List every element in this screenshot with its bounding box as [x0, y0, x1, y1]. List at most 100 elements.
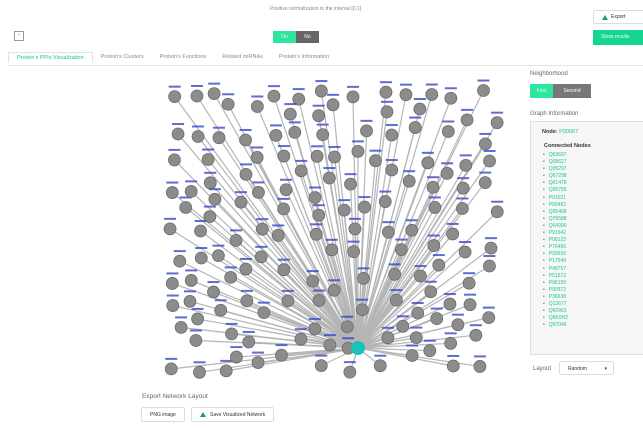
- tab-protein-information[interactable]: Protein's Information: [271, 52, 337, 63]
- protein-node[interactable]: [283, 107, 297, 121]
- protein-node[interactable]: [275, 348, 288, 362]
- protein-node[interactable]: [240, 294, 254, 308]
- connected-node-item[interactable]: P08122: [543, 237, 568, 244]
- protein-node[interactable]: [423, 344, 437, 358]
- protein-node[interactable]: [207, 87, 221, 101]
- protein-node[interactable]: [440, 166, 454, 180]
- protein-node[interactable]: [424, 285, 438, 299]
- export-button[interactable]: Export: [593, 10, 643, 24]
- protein-node[interactable]: [208, 192, 222, 206]
- protein-node[interactable]: [405, 223, 419, 237]
- protein-node[interactable]: [316, 128, 330, 142]
- show-results-button[interactable]: Show results: [593, 30, 643, 45]
- protein-node[interactable]: [411, 306, 425, 320]
- protein-node[interactable]: [242, 335, 256, 349]
- protein-node[interactable]: [279, 183, 293, 197]
- protein-node[interactable]: [451, 318, 465, 332]
- protein-node[interactable]: [254, 250, 268, 264]
- neighborhood-first-option[interactable]: First: [530, 84, 553, 98]
- protein-node[interactable]: [326, 98, 340, 112]
- protein-node[interactable]: [458, 245, 472, 259]
- protein-node[interactable]: [428, 201, 442, 214]
- protein-node[interactable]: [444, 336, 458, 350]
- protein-node[interactable]: [490, 116, 504, 130]
- protein-node[interactable]: [323, 338, 337, 352]
- protein-node[interactable]: [327, 283, 341, 297]
- protein-node[interactable]: [430, 312, 444, 325]
- protein-node[interactable]: [344, 177, 357, 191]
- protein-node[interactable]: [426, 180, 440, 194]
- protein-node[interactable]: [308, 322, 322, 336]
- protein-node[interactable]: [484, 241, 498, 255]
- ppi-network-graph[interactable]: [130, 70, 530, 390]
- protein-node[interactable]: [179, 201, 193, 214]
- connected-node-item[interactable]: Q95789: [543, 187, 568, 194]
- protein-node[interactable]: [478, 137, 492, 151]
- protein-node[interactable]: [478, 176, 492, 190]
- connected-node-item[interactable]: P90572: [543, 287, 568, 294]
- connected-node-item[interactable]: Q08627: [543, 159, 568, 166]
- protein-node[interactable]: [446, 227, 460, 241]
- protein-node[interactable]: [425, 88, 439, 101]
- connected-node-item[interactable]: Q61478: [543, 180, 568, 187]
- protein-node[interactable]: [257, 306, 271, 320]
- protein-node[interactable]: [325, 243, 339, 257]
- protein-node[interactable]: [314, 359, 328, 373]
- collapse-toggle[interactable]: -: [14, 31, 24, 41]
- connected-node-item[interactable]: Q95468: [543, 209, 568, 216]
- protein-node[interactable]: [251, 356, 265, 369]
- protein-node[interactable]: [229, 233, 243, 247]
- protein-node[interactable]: [490, 205, 504, 219]
- protein-node[interactable]: [443, 297, 457, 311]
- protein-node[interactable]: [193, 365, 206, 379]
- protein-node[interactable]: [166, 299, 180, 312]
- png-image-button[interactable]: PNG image: [141, 407, 185, 422]
- protein-node[interactable]: [201, 153, 215, 166]
- connected-node-item[interactable]: P17549: [543, 258, 568, 265]
- connected-node-item[interactable]: P91021: [543, 195, 568, 202]
- protein-node[interactable]: [294, 164, 308, 178]
- protein-node[interactable]: [306, 274, 320, 288]
- protein-node[interactable]: [183, 294, 197, 308]
- protein-node[interactable]: [402, 174, 416, 188]
- connected-node-item[interactable]: Q67298: [543, 173, 568, 180]
- protein-node[interactable]: [239, 167, 253, 181]
- protein-node[interactable]: [414, 269, 427, 283]
- connected-node-item[interactable]: P48757: [543, 266, 568, 273]
- protein-node[interactable]: [477, 84, 490, 97]
- protein-node[interactable]: [212, 249, 225, 263]
- connected-node-item[interactable]: P96159: [543, 280, 568, 287]
- protein-node[interactable]: [294, 332, 308, 346]
- protein-node[interactable]: [194, 251, 208, 265]
- connected-node-item[interactable]: Q05297: [543, 166, 568, 173]
- protein-node[interactable]: [483, 259, 496, 273]
- protein-node[interactable]: [168, 90, 182, 104]
- connected-node-item[interactable]: Q63697: [543, 152, 568, 159]
- protein-node[interactable]: [239, 133, 252, 147]
- protein-node[interactable]: [399, 88, 413, 102]
- connected-node-item[interactable]: P51572: [543, 273, 568, 280]
- protein-node[interactable]: [351, 144, 365, 158]
- protein-node[interactable]: [234, 195, 248, 209]
- normalization-toggle[interactable]: On No: [273, 31, 319, 43]
- protein-node[interactable]: [444, 91, 458, 105]
- protein-node[interactable]: [409, 331, 423, 344]
- protein-node[interactable]: [173, 254, 187, 268]
- neighborhood-toggle[interactable]: First Second: [530, 84, 591, 98]
- neighborhood-second-option[interactable]: Second: [553, 84, 591, 98]
- connected-node-item[interactable]: Q8K0H2: [543, 315, 568, 322]
- protein-node[interactable]: [174, 321, 188, 334]
- protein-node[interactable]: [322, 171, 336, 185]
- protein-node[interactable]: [312, 109, 326, 123]
- protein-node[interactable]: [219, 364, 233, 378]
- protein-node[interactable]: [328, 150, 341, 164]
- protein-node[interactable]: [421, 156, 435, 170]
- protein-node[interactable]: [462, 276, 476, 290]
- protein-node[interactable]: [389, 293, 403, 307]
- protein-node[interactable]: [380, 105, 394, 119]
- protein-node[interactable]: [309, 227, 323, 241]
- protein-node[interactable]: [269, 129, 283, 142]
- protein-node[interactable]: [340, 320, 354, 334]
- tab-ppis-visualization[interactable]: Protein's PPIs Visualization: [8, 52, 93, 63]
- protein-node[interactable]: [460, 113, 474, 127]
